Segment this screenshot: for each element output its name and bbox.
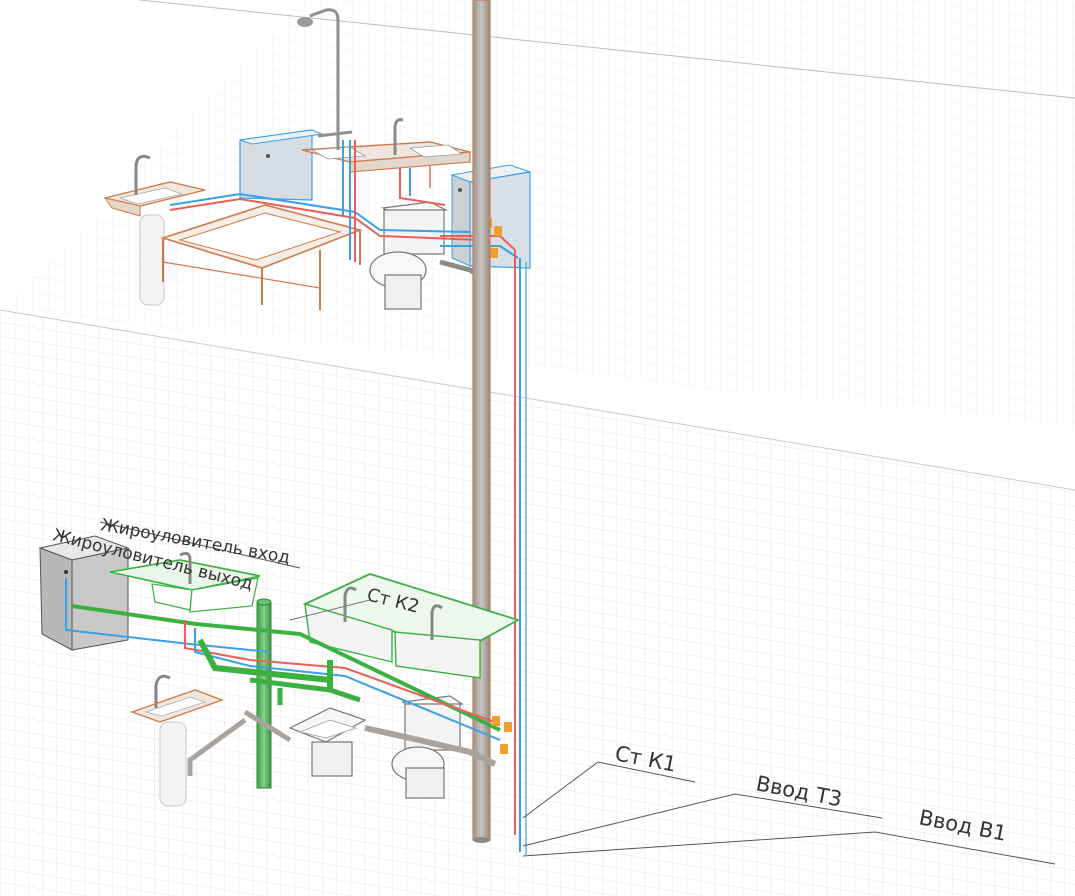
plumbing-3d-viewport[interactable]: Жироуловитель вход Жироуловитель выход С… [0, 0, 1075, 896]
riser-k2-pipe[interactable] [256, 598, 272, 789]
water-heater-cabinet[interactable] [239, 129, 324, 201]
